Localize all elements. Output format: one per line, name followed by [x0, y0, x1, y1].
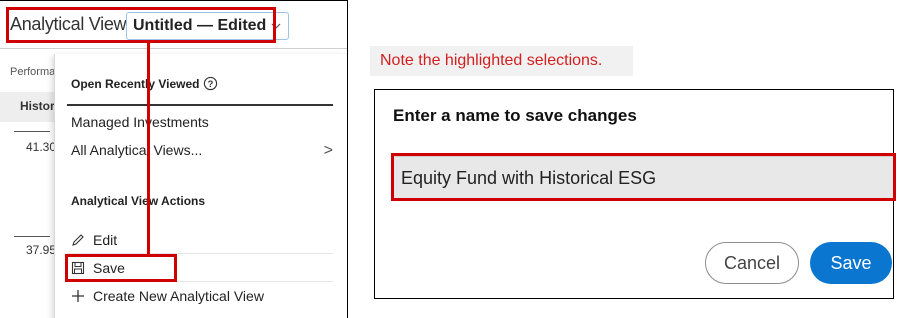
- actions-heading: Analytical View Actions: [71, 194, 206, 208]
- menu-item-create-new-view[interactable]: Create New Analytical View: [71, 288, 333, 304]
- menu-divider: [67, 104, 333, 106]
- svg-text:?: ?: [207, 79, 213, 89]
- plus-icon: [72, 290, 84, 302]
- highlight-title-box: [6, 7, 276, 43]
- cancel-button[interactable]: Cancel: [705, 242, 799, 284]
- table-cell-value: 41.30: [26, 140, 57, 154]
- performance-tab[interactable]: Performa: [10, 66, 55, 78]
- menu-item-label: Edit: [93, 232, 118, 248]
- save-dialog: Enter a name to save changes Cancel Save: [374, 89, 896, 299]
- cell-divider: [14, 236, 50, 237]
- menu-item-edit[interactable]: Edit: [71, 232, 333, 248]
- recent-heading: Open Recently Viewed ?: [71, 76, 218, 91]
- menu-item-label: Create New Analytical View: [93, 288, 264, 304]
- cell-divider: [14, 131, 50, 132]
- note-text: Note the highlighted selections.: [380, 52, 603, 69]
- historical-column-header: Histori: [20, 99, 59, 113]
- menu-item-label: All Analytical Views...: [71, 142, 203, 158]
- table-cell-value: 37.95: [26, 243, 57, 257]
- instruction-note: Note the highlighted selections.: [370, 46, 633, 76]
- menu-item-all-analytical-views[interactable]: All Analytical Views... >: [71, 142, 333, 160]
- highlight-input-box: [391, 153, 896, 201]
- save-button[interactable]: Save: [810, 242, 892, 284]
- help-icon[interactable]: ?: [203, 76, 218, 91]
- chevron-right-icon: >: [323, 142, 333, 159]
- highlight-save-box: [65, 254, 177, 282]
- analytical-view-panel: Analytical View: Untitled — Edited Perfo…: [0, 0, 348, 318]
- dialog-title: Enter a name to save changes: [393, 106, 637, 125]
- menu-item-managed-investments[interactable]: Managed Investments: [71, 114, 333, 130]
- recent-heading-label: Open Recently Viewed: [71, 76, 200, 91]
- highlight-connector: [147, 43, 150, 254]
- pencil-icon: [72, 234, 84, 246]
- menu-item-label: Managed Investments: [71, 114, 209, 130]
